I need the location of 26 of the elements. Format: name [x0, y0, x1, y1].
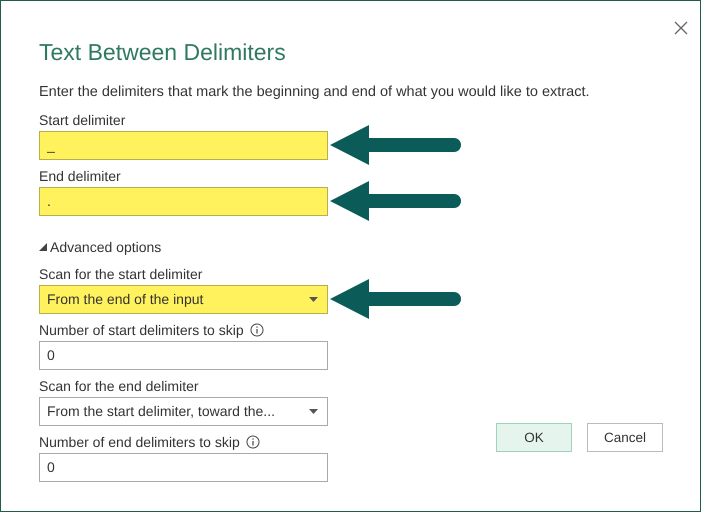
- dialog-button[interactable]: OK: [496, 423, 572, 452]
- close-icon[interactable]: [674, 21, 688, 35]
- input-field[interactable]: 0: [39, 340, 328, 370]
- arrow-icon: [330, 277, 461, 321]
- expander-icon[interactable]: [39, 243, 47, 251]
- field-label: End delimiter: [39, 168, 121, 184]
- input-field[interactable]: _: [39, 130, 328, 160]
- input-field[interactable]: .: [39, 186, 328, 216]
- dropdown[interactable]: From the end of the input: [39, 284, 328, 314]
- input-field[interactable]: 0: [39, 452, 328, 482]
- description-text: Enter the delimiters that mark the beginning and end of what you would like to extract.: [39, 84, 591, 100]
- caret-icon: [309, 296, 318, 302]
- field-label: Scan for the start delimiter: [39, 266, 202, 282]
- field-label: Start delimiter: [39, 112, 126, 128]
- field-label: Number of end delimiters to skip: [39, 434, 240, 450]
- dropdown[interactable]: From the start delimiter, toward the...: [39, 396, 328, 426]
- info-icon[interactable]: [250, 323, 264, 337]
- arrow-icon: [330, 179, 461, 223]
- dialog-button[interactable]: Cancel: [587, 423, 663, 452]
- dialog-title: Text Between Delimiters: [39, 39, 287, 66]
- arrow-icon: [330, 123, 461, 167]
- advanced-options-toggle[interactable]: Advanced options: [50, 239, 162, 255]
- field-label: Scan for the end delimiter: [39, 378, 199, 394]
- caret-icon: [309, 408, 318, 414]
- info-icon[interactable]: [246, 435, 260, 449]
- field-label: Number of start delimiters to skip: [39, 322, 244, 338]
